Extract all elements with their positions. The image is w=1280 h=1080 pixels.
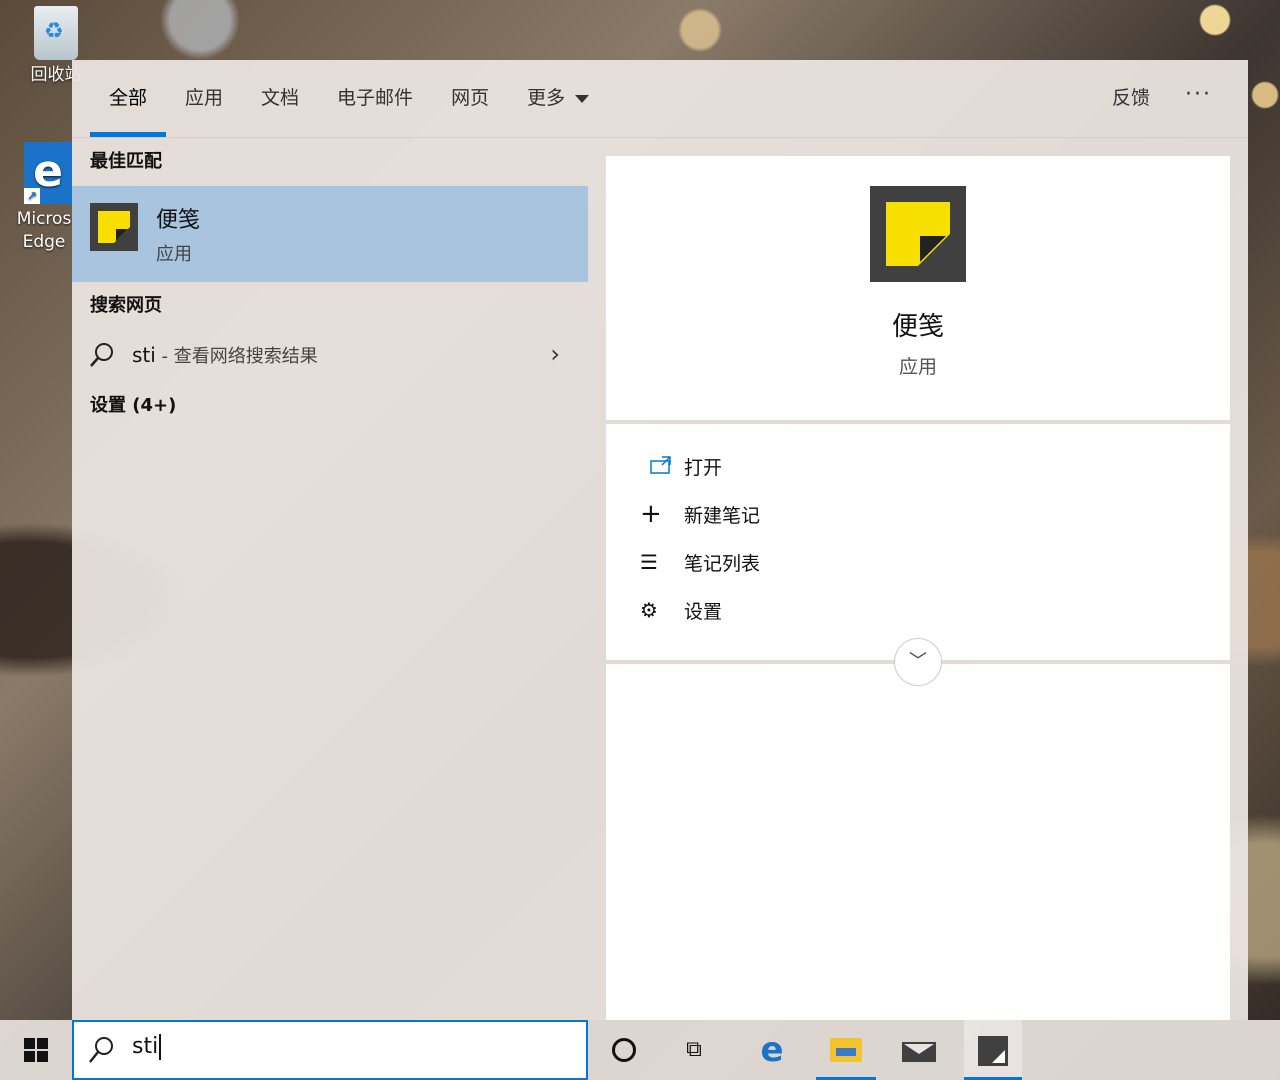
tab-all[interactable]: 全部 [90,60,167,137]
sticky-notes-large-icon [870,186,966,282]
cortana-button[interactable] [596,1020,652,1080]
windows-logo-icon [24,1038,48,1062]
search-icon [89,1037,113,1063]
edge-label-line1: Micros [16,209,72,229]
task-view-button[interactable]: ⧉ [666,1020,722,1080]
action-settings[interactable]: ⚙ 设置 [640,594,722,626]
folder-icon [830,1038,862,1062]
chevron-right-icon[interactable]: › [550,340,560,368]
action-open-label: 打开 [684,456,723,479]
sticky-notes-icon [90,203,138,251]
tab-more[interactable]: 更多 [508,60,608,137]
search-panel: 全部 应用 文档 电子邮件 网页 更多 反馈 ··· 最佳匹配 便笺 应用 搜索… [72,60,1248,1020]
tab-email[interactable]: 电子邮件 [318,60,432,137]
web-search-description: - 查看网络搜索结果 [155,346,318,367]
edge-label-line2: Edge [22,232,66,252]
best-match-heading: 最佳匹配 [90,151,162,172]
taskbar-sticky-notes-button[interactable] [964,1020,1022,1080]
action-new-note-label: 新建笔记 [684,504,761,527]
expand-button[interactable]: ﹀ [894,638,942,686]
mail-icon [902,1042,936,1062]
preview-actions: 打开 + 新建笔记 ☰ 笔记列表 ⚙ 设置 ﹀ [606,424,1230,686]
tab-documents[interactable]: 文档 [242,60,318,137]
preview-header: 便笺 应用 [606,156,1230,420]
action-open[interactable]: 打开 [640,450,722,482]
feedback-button[interactable]: 反馈 [1112,60,1150,137]
tab-more-label: 更多 [527,87,566,109]
recycle-bin-icon [34,6,78,60]
taskbar-edge-button[interactable]: e [744,1020,800,1080]
preview-pane: 便笺 应用 打开 + 新建笔记 ☰ 笔记列表 ⚙ 设置 ﹀ [606,156,1230,1020]
start-button[interactable] [0,1020,72,1080]
tab-apps[interactable]: 应用 [166,60,242,137]
action-new-note[interactable]: + 新建笔记 [640,498,760,530]
web-search-item[interactable]: sti - 查看网络搜索结果 › [72,330,588,380]
action-settings-label: 设置 [684,600,723,623]
taskbar: sti ⧉ e [0,1020,1280,1080]
taskbar-mail-button[interactable] [890,1020,946,1080]
plus-icon: + [640,499,662,529]
preview-app-name: 便笺 [891,312,944,342]
taskbar-file-explorer-button[interactable] [816,1020,876,1080]
edge-icon: e [760,1030,784,1070]
best-match-name: 便笺 [156,208,201,233]
open-icon [650,456,671,474]
search-tabs: 全部 应用 文档 电子邮件 网页 更多 反馈 ··· [72,60,1248,138]
results-list: 最佳匹配 便笺 应用 搜索网页 sti - 查看网络搜索结果 › 设置 (4+) [72,138,588,1020]
preview-empty-area [606,664,1230,1020]
settings-heading[interactable]: 设置 (4+) [72,382,588,430]
more-options-button[interactable]: ··· [1185,60,1212,137]
web-search-query: sti [132,343,156,367]
action-notes-list-label: 笔记列表 [684,552,761,575]
text-cursor [159,1034,162,1060]
best-match-item[interactable]: 便笺 应用 [72,186,588,282]
chevron-down-icon [575,94,590,103]
list-icon: ☰ [640,550,658,574]
cortana-icon [612,1038,636,1062]
search-icon [90,343,113,367]
sticky-notes-icon [978,1036,1008,1066]
search-input[interactable]: sti [132,1034,158,1059]
edge-icon: e ↗ [24,142,72,204]
gear-icon: ⚙ [640,598,658,622]
preview-app-type: 应用 [898,356,937,378]
best-match-type: 应用 [156,244,192,265]
shortcut-arrow-icon: ↗ [24,188,40,204]
taskbar-search-box[interactable]: sti [72,1020,588,1080]
desktop-icon-edge[interactable]: e ↗ Micros Edge [8,142,80,254]
tab-web[interactable]: 网页 [432,60,508,137]
task-view-icon: ⧉ [686,1037,702,1062]
chevron-down-icon: ﹀ [909,651,927,672]
action-notes-list[interactable]: ☰ 笔记列表 [640,546,760,578]
web-search-heading: 搜索网页 [90,295,162,316]
